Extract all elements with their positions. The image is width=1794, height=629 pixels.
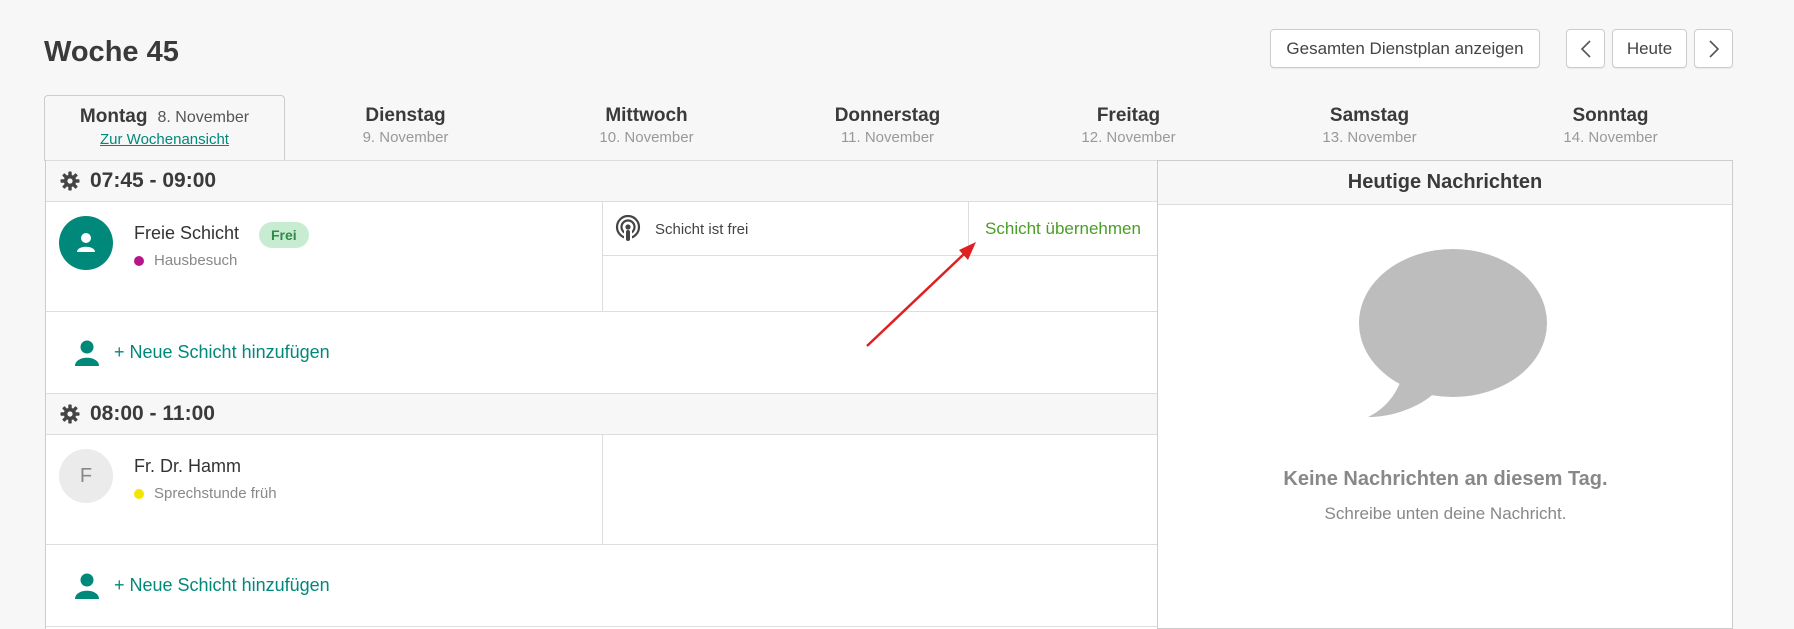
week-view-link[interactable]: Zur Wochenansicht bbox=[45, 131, 284, 148]
day-date: 12. November bbox=[1081, 129, 1176, 146]
slot-time: 08:00 - 11:00 bbox=[90, 402, 215, 425]
avatar: F bbox=[59, 449, 113, 503]
day-name: Dienstag bbox=[365, 105, 446, 126]
shift-type: Sprechstunde früh bbox=[134, 485, 277, 502]
day-date: 11. November bbox=[840, 129, 935, 146]
status-badge: Frei bbox=[259, 222, 309, 248]
chevron-right-icon bbox=[1708, 39, 1719, 58]
day-name: Freitag bbox=[1096, 105, 1161, 126]
tab-thursday[interactable]: Donnerstag 11. November bbox=[767, 95, 1008, 160]
shift-name: Fr. Dr. Hamm bbox=[134, 456, 241, 476]
shift-name: Freie Schicht bbox=[134, 223, 240, 243]
show-full-roster-button[interactable]: Gesamten Dienstplan anzeigen bbox=[1270, 29, 1540, 68]
day-date: 14. November bbox=[1563, 129, 1658, 146]
person-icon bbox=[77, 233, 95, 252]
shift-status: Schicht ist frei bbox=[603, 202, 969, 256]
add-shift-label[interactable]: + Neue Schicht hinzufügen bbox=[114, 342, 330, 363]
type-color-dot bbox=[134, 255, 144, 266]
news-title: Heutige Nachrichten bbox=[1158, 161, 1732, 205]
tab-tuesday[interactable]: Dienstag 9. November bbox=[285, 95, 526, 160]
week-title: Woche 45 bbox=[44, 36, 179, 68]
tab-friday[interactable]: Freitag 12. November bbox=[1008, 95, 1249, 160]
day-name: Donnerstag bbox=[834, 105, 941, 126]
day-name: Mittwoch bbox=[605, 105, 688, 126]
add-shift-label[interactable]: + Neue Schicht hinzufügen bbox=[114, 575, 330, 596]
day-name: Samstag bbox=[1329, 105, 1410, 126]
shift-type: Hausbesuch bbox=[134, 252, 237, 269]
shift-info[interactable]: F Fr. Dr. Hamm Sprechstunde früh bbox=[46, 435, 603, 544]
shift-status-text: Schicht ist frei bbox=[655, 220, 749, 238]
shift-actions: Schicht ist frei Schicht übernehmen bbox=[603, 202, 1157, 311]
tab-sunday[interactable]: Sonntag 14. November bbox=[1490, 95, 1731, 160]
day-date: 9. November bbox=[362, 129, 449, 146]
tab-wednesday[interactable]: Mittwoch 10. November bbox=[526, 95, 767, 160]
gear-icon[interactable] bbox=[60, 404, 80, 424]
day-name: Montag bbox=[79, 106, 148, 127]
day-name: Sonntag bbox=[1572, 105, 1649, 126]
broadcast-icon bbox=[615, 215, 641, 242]
news-panel: Heutige Nachrichten Keine Nachrichten an… bbox=[1158, 160, 1733, 629]
type-color-dot bbox=[134, 488, 144, 499]
today-button[interactable]: Heute bbox=[1612, 29, 1687, 68]
shift-type-label: Hausbesuch bbox=[154, 252, 238, 269]
tab-monday[interactable]: Montag 8. November Zur Wochenansicht bbox=[44, 95, 285, 161]
avatar bbox=[59, 216, 113, 270]
shift-row: F Fr. Dr. Hamm Sprechstunde früh bbox=[46, 435, 1157, 545]
slot-time: 07:45 - 09:00 bbox=[90, 169, 217, 192]
gear-icon[interactable] bbox=[60, 171, 80, 191]
shift-info[interactable]: Freie Schicht Frei Hausbesuch bbox=[46, 202, 603, 311]
add-shift-row[interactable]: + Neue Schicht hinzufügen bbox=[46, 312, 1157, 394]
day-date: 8. November bbox=[157, 109, 250, 126]
shift-type-label: Sprechstunde früh bbox=[154, 485, 277, 502]
day-schedule-panel: 07:45 - 09:00 Freie Schicht Frei Hausbes… bbox=[45, 160, 1158, 629]
add-shift-row[interactable]: + Neue Schicht hinzufügen bbox=[46, 545, 1157, 627]
person-icon bbox=[75, 573, 99, 599]
news-empty-title: Keine Nachrichten an diesem Tag. bbox=[1283, 468, 1608, 490]
take-shift-button[interactable]: Schicht übernehmen bbox=[969, 202, 1157, 256]
news-empty-subtitle: Schreibe unten deine Nachricht. bbox=[1324, 504, 1567, 523]
time-slot-header: 08:00 - 11:00 bbox=[46, 393, 1157, 435]
shift-actions bbox=[603, 435, 1157, 544]
speech-bubble-icon bbox=[1359, 249, 1547, 417]
day-date: 10. November bbox=[599, 129, 694, 146]
shift-row: Freie Schicht Frei Hausbesuch Schicht is bbox=[46, 202, 1157, 312]
next-week-button[interactable] bbox=[1694, 29, 1733, 68]
shift-status-line: Schicht ist frei Schicht übernehmen bbox=[603, 202, 1157, 256]
time-slot-header: 07:45 - 09:00 bbox=[46, 160, 1157, 202]
previous-week-button[interactable] bbox=[1566, 29, 1605, 68]
chevron-left-icon bbox=[1580, 39, 1591, 58]
day-date: 13. November bbox=[1322, 129, 1417, 146]
person-icon bbox=[75, 340, 99, 366]
tab-saturday[interactable]: Samstag 13. November bbox=[1249, 95, 1490, 160]
day-tabs: Montag 8. November Zur Wochenansicht Dien… bbox=[44, 95, 1733, 161]
